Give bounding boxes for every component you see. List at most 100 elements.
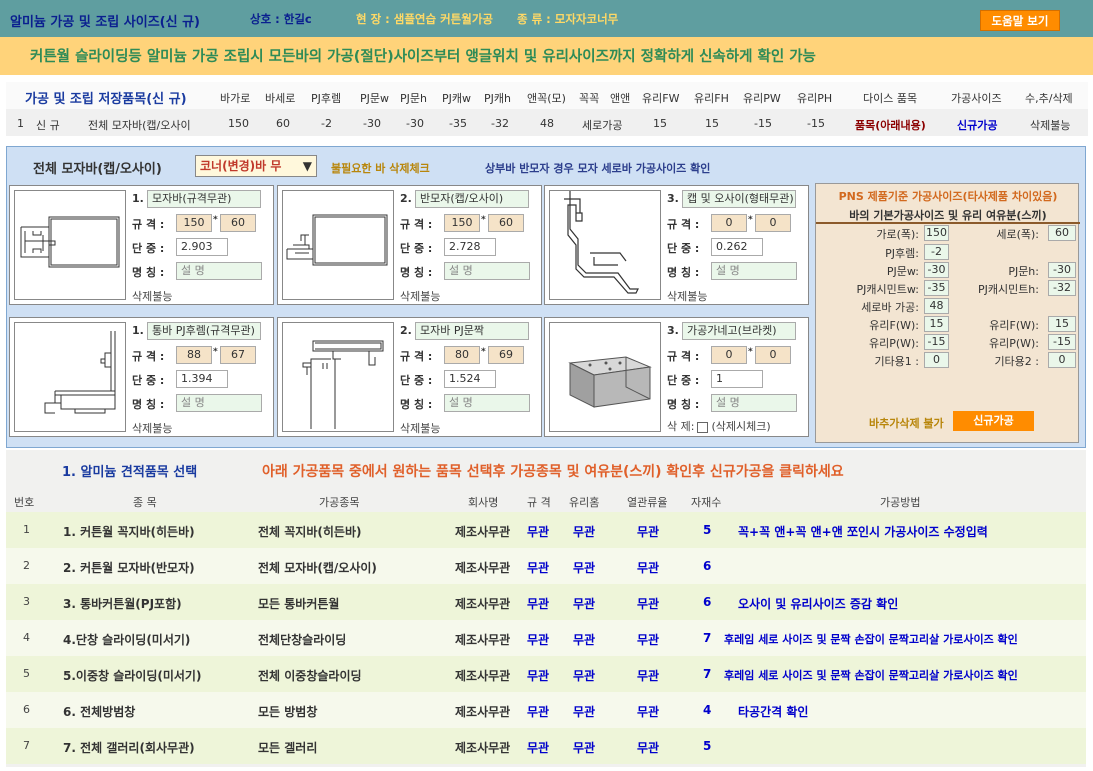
profile-image: [14, 190, 126, 300]
row-number: 4: [23, 631, 30, 644]
pns-value-input[interactable]: 0: [1048, 352, 1076, 368]
saved-title: 가공 및 조립 저장품목(신 규): [25, 92, 187, 107]
pns-label: PJ캐시민트h:: [977, 283, 1039, 296]
row-spec: 무관: [527, 705, 550, 719]
bar-name-input[interactable]: 모자바 PJ문짝: [415, 322, 529, 340]
weight-input[interactable]: 1.394: [176, 370, 228, 388]
row-heat: 무관: [637, 525, 660, 539]
table-row[interactable]: 2 2. 커튼월 모자바(반모자) 전체 모자바(캡/오사이) 제조사무관 무관…: [6, 548, 1086, 584]
bar-card: 2. 반모자(캡/오사이) 규 격 : 150 * 60 단 중 : 2.728…: [277, 185, 542, 305]
spec-width-input[interactable]: 80: [444, 346, 480, 364]
row-item-link[interactable]: 2. 커튼월 모자바(반모자): [63, 559, 195, 576]
description-input[interactable]: 설 명: [711, 394, 797, 412]
times-sign: *: [748, 215, 753, 225]
spec-height-input[interactable]: 69: [488, 346, 524, 364]
description-banner: 커튼월 슬라이딩등 알미늄 가공 조립시 모든바의 가공(절단)사이즈부터 앵글…: [0, 37, 1093, 75]
spec-width-input[interactable]: 0: [711, 214, 747, 232]
row-item-link[interactable]: 6. 전체방범창: [63, 703, 135, 720]
row-item-link[interactable]: 1. 커튼월 꼭지바(히든바): [63, 523, 195, 540]
spec-height-input[interactable]: 0: [755, 346, 791, 364]
row-item-link[interactable]: 4.단창 슬라이딩(미서기): [63, 631, 190, 648]
table-row[interactable]: 7 7. 전체 갤러리(회사무관) 모든 겔러리 제조사무관 무관 무관 무관 …: [6, 728, 1086, 764]
pns-value-input[interactable]: -15: [924, 334, 949, 350]
table-row[interactable]: 4 4.단창 슬라이딩(미서기) 전체단창슬라이딩 제조사무관 무관 무관 무관…: [6, 620, 1086, 656]
row-heat: 무관: [637, 741, 660, 755]
bar-name-input[interactable]: 캡 및 오사이(형태무관): [682, 190, 796, 208]
pns-value-input[interactable]: -30: [924, 262, 949, 278]
pns-value-input[interactable]: 48: [924, 298, 949, 314]
spec-height-input[interactable]: 67: [220, 346, 256, 364]
weight-input[interactable]: 0.262: [711, 238, 763, 256]
row-item-link[interactable]: 3. 통바커튼월(PJ포함): [63, 595, 182, 612]
pns-label: 세로바 가공:: [861, 301, 919, 314]
new-process-button[interactable]: 신규가공: [953, 411, 1034, 431]
weight-input[interactable]: 1.524: [444, 370, 496, 388]
row-groove: 무관: [573, 525, 596, 539]
description-input[interactable]: 설 명: [176, 394, 262, 412]
card-number: 1.: [132, 192, 144, 205]
row-groove: 무관: [573, 741, 596, 755]
row-item-link[interactable]: 5.이중창 슬라이딩(미서기): [63, 667, 201, 684]
no-delete-text: 삭제불능: [400, 290, 441, 303]
spec-width-input[interactable]: 150: [176, 214, 212, 232]
description-input[interactable]: 설 명: [176, 262, 262, 280]
card-number: 2.: [400, 192, 412, 205]
profile-image: [282, 190, 394, 300]
saved-col-header: 바세로: [265, 92, 296, 105]
pns-title: PNS 제품기준 가공사이즈(타사제품 차이있음): [838, 190, 1058, 203]
panel-title: 전체 모자바(캡/오사이): [33, 162, 162, 177]
bar-name-input[interactable]: 모자바(규격무관): [147, 190, 261, 208]
table-row[interactable]: 6 6. 전체방범창 모든 방범창 제조사무관 무관 무관 무관 4 타공간격 …: [6, 692, 1086, 728]
bar-card: 1. 모자바(규격무관) 규 격 : 150 * 60 단 중 : 2.903 …: [9, 185, 274, 305]
pns-value-input[interactable]: 15: [924, 316, 949, 332]
saved-row[interactable]: 1 신 규 전체 모자바(캡/오사이 150 60 -2 -30 -30 -35…: [6, 109, 1088, 136]
col-header: 종 목: [133, 496, 157, 509]
pns-value-input[interactable]: 0: [924, 352, 949, 368]
divider: [816, 222, 1080, 224]
table-row[interactable]: 1 1. 커튼월 꼭지바(히든바) 전체 꼭지바(히든바) 제조사무관 무관 무…: [6, 512, 1086, 548]
description-input[interactable]: 설 명: [444, 262, 530, 280]
spec-height-input[interactable]: 0: [755, 214, 791, 232]
weight-input[interactable]: 1: [711, 370, 763, 388]
weight-input[interactable]: 2.903: [176, 238, 228, 256]
bar-card: 3. 캡 및 오사이(형태무관) 규 격 : 0 * 0 단 중 : 0.262…: [544, 185, 809, 305]
pns-value-input[interactable]: -15: [1048, 334, 1076, 350]
spec-width-input[interactable]: 150: [444, 214, 480, 232]
company-label: 상호 : 한길c: [250, 12, 312, 26]
spec-width-input[interactable]: 0: [711, 346, 747, 364]
pns-value-input[interactable]: -2: [924, 244, 949, 260]
pns-value-input[interactable]: 60: [1048, 225, 1076, 241]
spec-height-input[interactable]: 60: [220, 214, 256, 232]
pns-value-input[interactable]: -35: [924, 280, 949, 296]
corner-bar-select[interactable]: 코너(변경)바 무 ▼: [195, 155, 317, 177]
row-spec: 무관: [527, 561, 550, 575]
saved-new-process-link[interactable]: 신규가공: [957, 117, 997, 133]
pns-value-input[interactable]: 15: [1048, 316, 1076, 332]
saved-col-header: 다이스 품목: [863, 92, 918, 105]
saved-val: 15: [653, 117, 667, 130]
saved-col-header: 유리FH: [694, 92, 729, 105]
bar-name-input[interactable]: 통바 PJ후렘(규격무관): [147, 322, 261, 340]
saved-col-header: 유리PW: [743, 92, 781, 105]
spec-label: 규 격 :: [132, 218, 165, 231]
bar-name-input[interactable]: 가공가네고(브라켓): [682, 322, 796, 340]
table-row[interactable]: 3 3. 통바커튼월(PJ포함) 모든 통바커튼월 제조사무관 무관 무관 무관…: [6, 584, 1086, 620]
description-input[interactable]: 설 명: [711, 262, 797, 280]
pns-value-input[interactable]: -32: [1048, 280, 1076, 296]
row-heat: 무관: [637, 669, 660, 683]
weight-label: 단 중 :: [400, 242, 433, 255]
bar-name-input[interactable]: 반모자(캡/오사이): [415, 190, 529, 208]
row-groove: 무관: [573, 633, 596, 647]
saved-val: 60: [276, 117, 290, 130]
delete-checkbox[interactable]: [697, 421, 709, 433]
weight-input[interactable]: 2.728: [444, 238, 496, 256]
spec-height-input[interactable]: 60: [488, 214, 524, 232]
pns-value-input[interactable]: 150: [924, 225, 949, 241]
spec-width-input[interactable]: 88: [176, 346, 212, 364]
help-button[interactable]: 도움말 보기: [980, 10, 1060, 31]
saved-no: 1: [17, 117, 24, 130]
pns-value-input[interactable]: -30: [1048, 262, 1076, 278]
table-row[interactable]: 5 5.이중창 슬라이딩(미서기) 전체 이중창슬라이딩 제조사무관 무관 무관…: [6, 656, 1086, 692]
row-item-link[interactable]: 7. 전체 갤러리(회사무관): [63, 739, 195, 756]
description-input[interactable]: 설 명: [444, 394, 530, 412]
